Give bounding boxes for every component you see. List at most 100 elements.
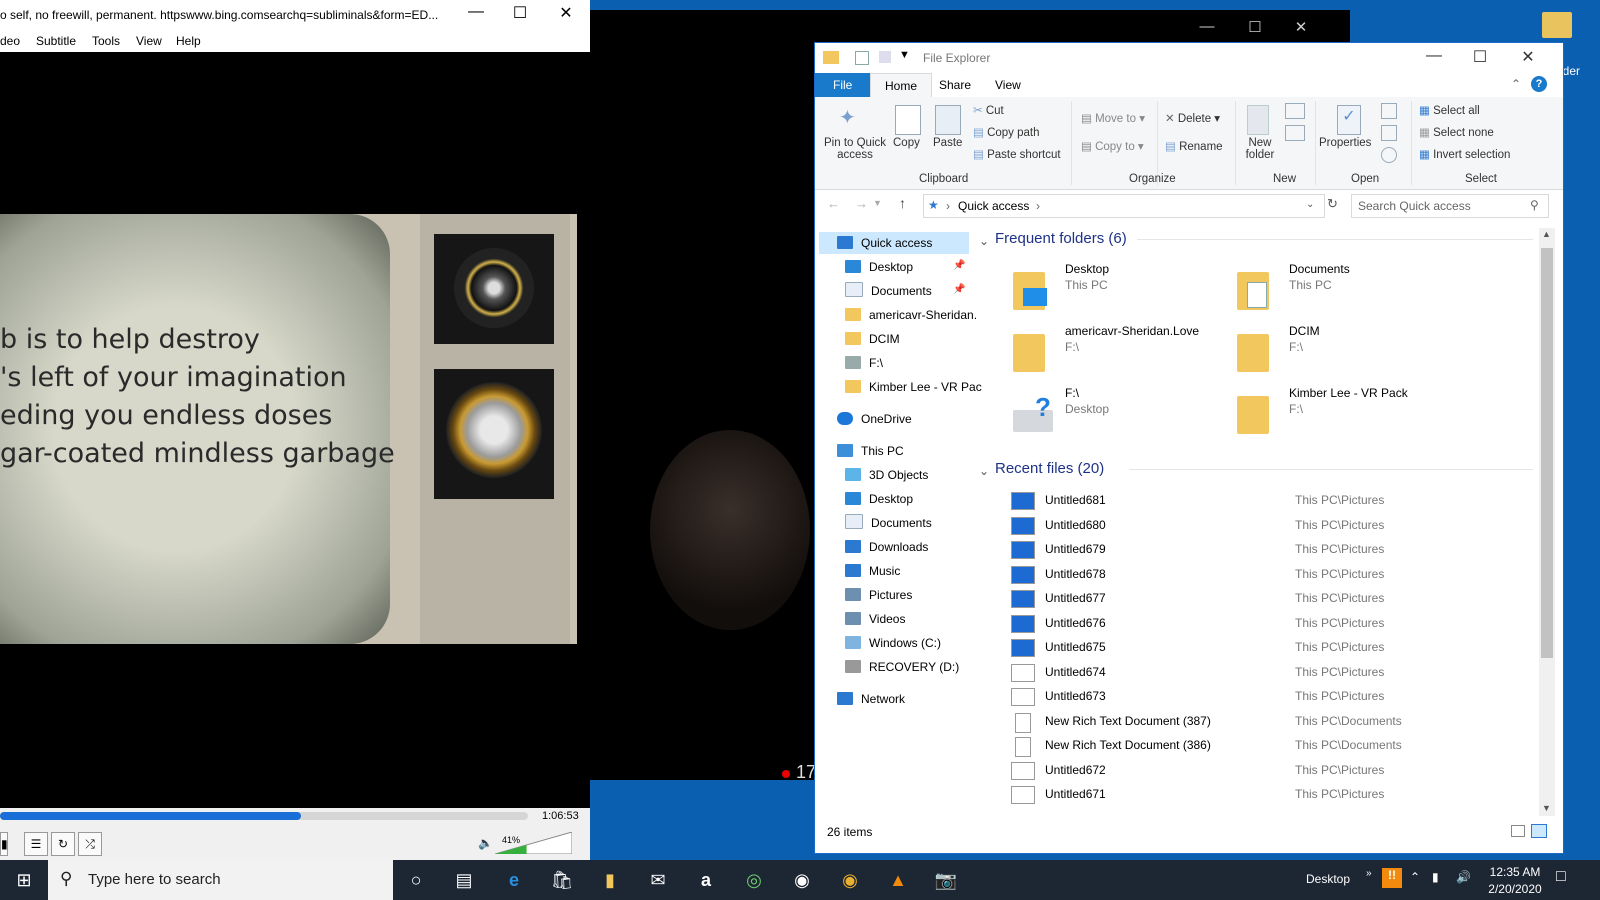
breadcrumb-quick-access[interactable]: Quick access xyxy=(958,199,1029,213)
frequent-folder-dcim[interactable]: DCIM F:\ xyxy=(1237,324,1457,384)
history-icon[interactable] xyxy=(1381,147,1397,163)
recent-file-row[interactable]: Untitled674 This PC\Pictures xyxy=(1011,662,1551,686)
start-windows-icon[interactable]: ⊞ xyxy=(0,860,48,900)
paste-shortcut-button[interactable]: ▤ Paste shortcut xyxy=(973,147,1061,161)
cortana-icon[interactable]: ○ xyxy=(392,860,440,900)
nav-item-windows-c[interactable]: Windows (C:) xyxy=(845,632,941,654)
new-folder-button[interactable]: New folder xyxy=(1243,137,1277,161)
vlc-menu-video[interactable]: deo xyxy=(0,34,20,48)
desktop-folder-icon[interactable] xyxy=(1542,12,1572,38)
help-icon[interactable]: ? xyxy=(1531,76,1547,92)
explorer-titlebar[interactable]: ▼ File Explorer — ☐ ✕ xyxy=(815,43,1563,73)
address-dropdown-icon[interactable]: ⌄ xyxy=(1306,199,1314,210)
recent-file-row[interactable]: Untitled677 This PC\Pictures xyxy=(1011,588,1551,612)
up-icon[interactable]: ↑ xyxy=(899,195,906,211)
volume-icon[interactable]: 🔊 xyxy=(1456,870,1471,884)
scroll-up-icon[interactable]: ▲ xyxy=(1542,229,1551,239)
recent-file-row[interactable]: Untitled678 This PC\Pictures xyxy=(1011,564,1551,588)
new-folder-icon[interactable] xyxy=(1247,105,1269,135)
collapse-chevron-icon[interactable]: ⌄ xyxy=(979,234,989,248)
collapse-ribbon-icon[interactable]: ⌃ xyxy=(1511,77,1521,91)
screenshot-app-icon[interactable]: 📷 xyxy=(922,860,970,900)
tripadvisor-icon[interactable]: ◎ xyxy=(730,860,778,900)
nav-item-dcim[interactable]: DCIM xyxy=(845,328,900,350)
properties-quick-icon[interactable] xyxy=(855,51,869,65)
frequent-folders-header[interactable]: Frequent folders (6) xyxy=(995,230,1127,247)
nav-item-desktop-pc[interactable]: Desktop xyxy=(845,488,913,510)
vlc-menu-help[interactable]: Help xyxy=(176,34,201,48)
minimize-icon[interactable]: — xyxy=(1192,18,1222,35)
vlc-menu-tools[interactable]: Tools xyxy=(92,34,120,48)
refresh-icon[interactable]: ↻ xyxy=(1327,196,1338,212)
frequent-folder-desktop[interactable]: Desktop This PC xyxy=(1013,262,1233,322)
nav-item-network[interactable]: Network xyxy=(837,688,905,710)
explorer-close-icon[interactable]: ✕ xyxy=(1505,47,1551,67)
vlc-shuffle-icon[interactable]: ⤮ xyxy=(78,832,102,856)
pin-icon[interactable]: 📌 xyxy=(953,284,965,295)
pin-icon[interactable]: 📌 xyxy=(953,260,965,271)
copy-path-button[interactable]: ▤ Copy path xyxy=(973,125,1040,139)
vlc-maximize-icon[interactable]: ☐ xyxy=(500,3,540,23)
recent-file-row[interactable]: Untitled679 This PC\Pictures xyxy=(1011,539,1551,563)
copy-to-button[interactable]: ▤ Copy to ▾ xyxy=(1081,139,1144,153)
copy-icon[interactable] xyxy=(895,105,921,135)
recent-files-header[interactable]: Recent files (20) xyxy=(995,460,1104,477)
recent-file-row[interactable]: New Rich Text Document (386) This PC\Docu… xyxy=(1011,735,1551,759)
camera-app-icon[interactable]: ◉ xyxy=(778,860,826,900)
frequent-folder-kimber-lee[interactable]: Kimber Lee - VR Pack F:\ xyxy=(1237,386,1457,446)
maximize-icon[interactable]: ☐ xyxy=(1240,18,1270,36)
invert-selection-button[interactable]: ▦ Invert selection xyxy=(1419,147,1510,161)
search-input[interactable]: Search Quick access ⚲ xyxy=(1351,194,1549,218)
paste-icon[interactable] xyxy=(935,105,961,135)
vlc-titlebar[interactable]: o self, no freewill, permanent. httpswww… xyxy=(0,0,590,30)
frequent-folder-documents[interactable]: Documents This PC xyxy=(1237,262,1457,322)
large-icons-view-icon[interactable] xyxy=(1531,824,1547,838)
nav-item-desktop[interactable]: Desktop xyxy=(845,256,913,278)
move-to-button[interactable]: ▤ Move to ▾ xyxy=(1081,111,1145,125)
chrome-icon[interactable]: ◉ xyxy=(826,860,874,900)
nav-item-3d-objects[interactable]: 3D Objects xyxy=(845,464,928,486)
notification-app-icon[interactable]: !! xyxy=(1382,868,1402,888)
recent-file-row[interactable]: Untitled672 This PC\Pictures xyxy=(1011,760,1551,784)
recent-file-row[interactable]: New Rich Text Document (387) This PC\Docu… xyxy=(1011,711,1551,735)
nav-item-americavr[interactable]: americavr-Sheridan. xyxy=(845,304,977,326)
paste-button[interactable]: Paste xyxy=(933,137,962,149)
nav-item-onedrive[interactable]: OneDrive xyxy=(837,408,912,430)
rename-button[interactable]: ▤ Rename xyxy=(1165,139,1223,153)
vlc-speaker-icon[interactable]: 🔈 xyxy=(478,836,493,850)
vlc-minimize-icon[interactable]: — xyxy=(456,3,496,21)
nav-item-quick-access[interactable]: Quick access xyxy=(837,232,932,254)
vlc-taskbar-icon[interactable]: ▲ xyxy=(874,860,922,900)
details-view-icon[interactable] xyxy=(1511,825,1525,837)
tab-view[interactable]: View xyxy=(981,73,1035,97)
scrollbar-thumb[interactable] xyxy=(1541,248,1553,658)
nav-item-documents[interactable]: Documents xyxy=(845,280,932,302)
toolbar-expand-icon[interactable]: » xyxy=(1366,868,1372,879)
cut-button[interactable]: ✂ Cut xyxy=(973,103,1004,117)
easy-access-icon[interactable] xyxy=(1285,125,1305,141)
collapse-chevron-icon[interactable]: ⌄ xyxy=(979,464,989,478)
forward-icon[interactable]: → xyxy=(855,196,868,211)
new-folder-quick-icon[interactable] xyxy=(879,51,891,63)
vlc-playlist-icon[interactable]: ☰ xyxy=(24,832,48,856)
edit-icon[interactable] xyxy=(1381,125,1397,141)
tab-file[interactable]: File xyxy=(815,73,871,97)
vlc-prev-icon[interactable]: ▮ xyxy=(0,832,8,856)
nav-item-f-drive[interactable]: F:\ xyxy=(845,352,883,374)
taskbar-search-box[interactable]: ⚲ Type here to search xyxy=(48,860,393,900)
show-hidden-icons-icon[interactable]: ⌃ xyxy=(1410,870,1420,884)
pin-to-quick-access-button[interactable]: Pin to Quick access xyxy=(823,137,887,161)
select-none-button[interactable]: ▦ Select none xyxy=(1419,125,1494,139)
action-center-icon[interactable]: □ xyxy=(1556,868,1566,886)
recent-file-row[interactable]: Untitled680 This PC\Pictures xyxy=(1011,515,1551,539)
vlc-menu-subtitle[interactable]: Subtitle xyxy=(36,34,76,48)
recent-file-row[interactable]: Untitled673 This PC\Pictures xyxy=(1011,686,1551,710)
edge-browser-icon[interactable]: e xyxy=(490,860,538,900)
recent-locations-icon[interactable]: ▼ xyxy=(873,198,882,208)
tab-share[interactable]: Share xyxy=(925,73,985,97)
taskbar-desktop-toolbar[interactable]: Desktop xyxy=(1306,872,1350,886)
recent-file-row[interactable]: Untitled676 This PC\Pictures xyxy=(1011,613,1551,637)
mail-icon[interactable]: ✉ xyxy=(634,860,682,900)
scroll-down-icon[interactable]: ▼ xyxy=(1542,803,1551,813)
nav-item-this-pc[interactable]: This PC xyxy=(837,440,904,462)
